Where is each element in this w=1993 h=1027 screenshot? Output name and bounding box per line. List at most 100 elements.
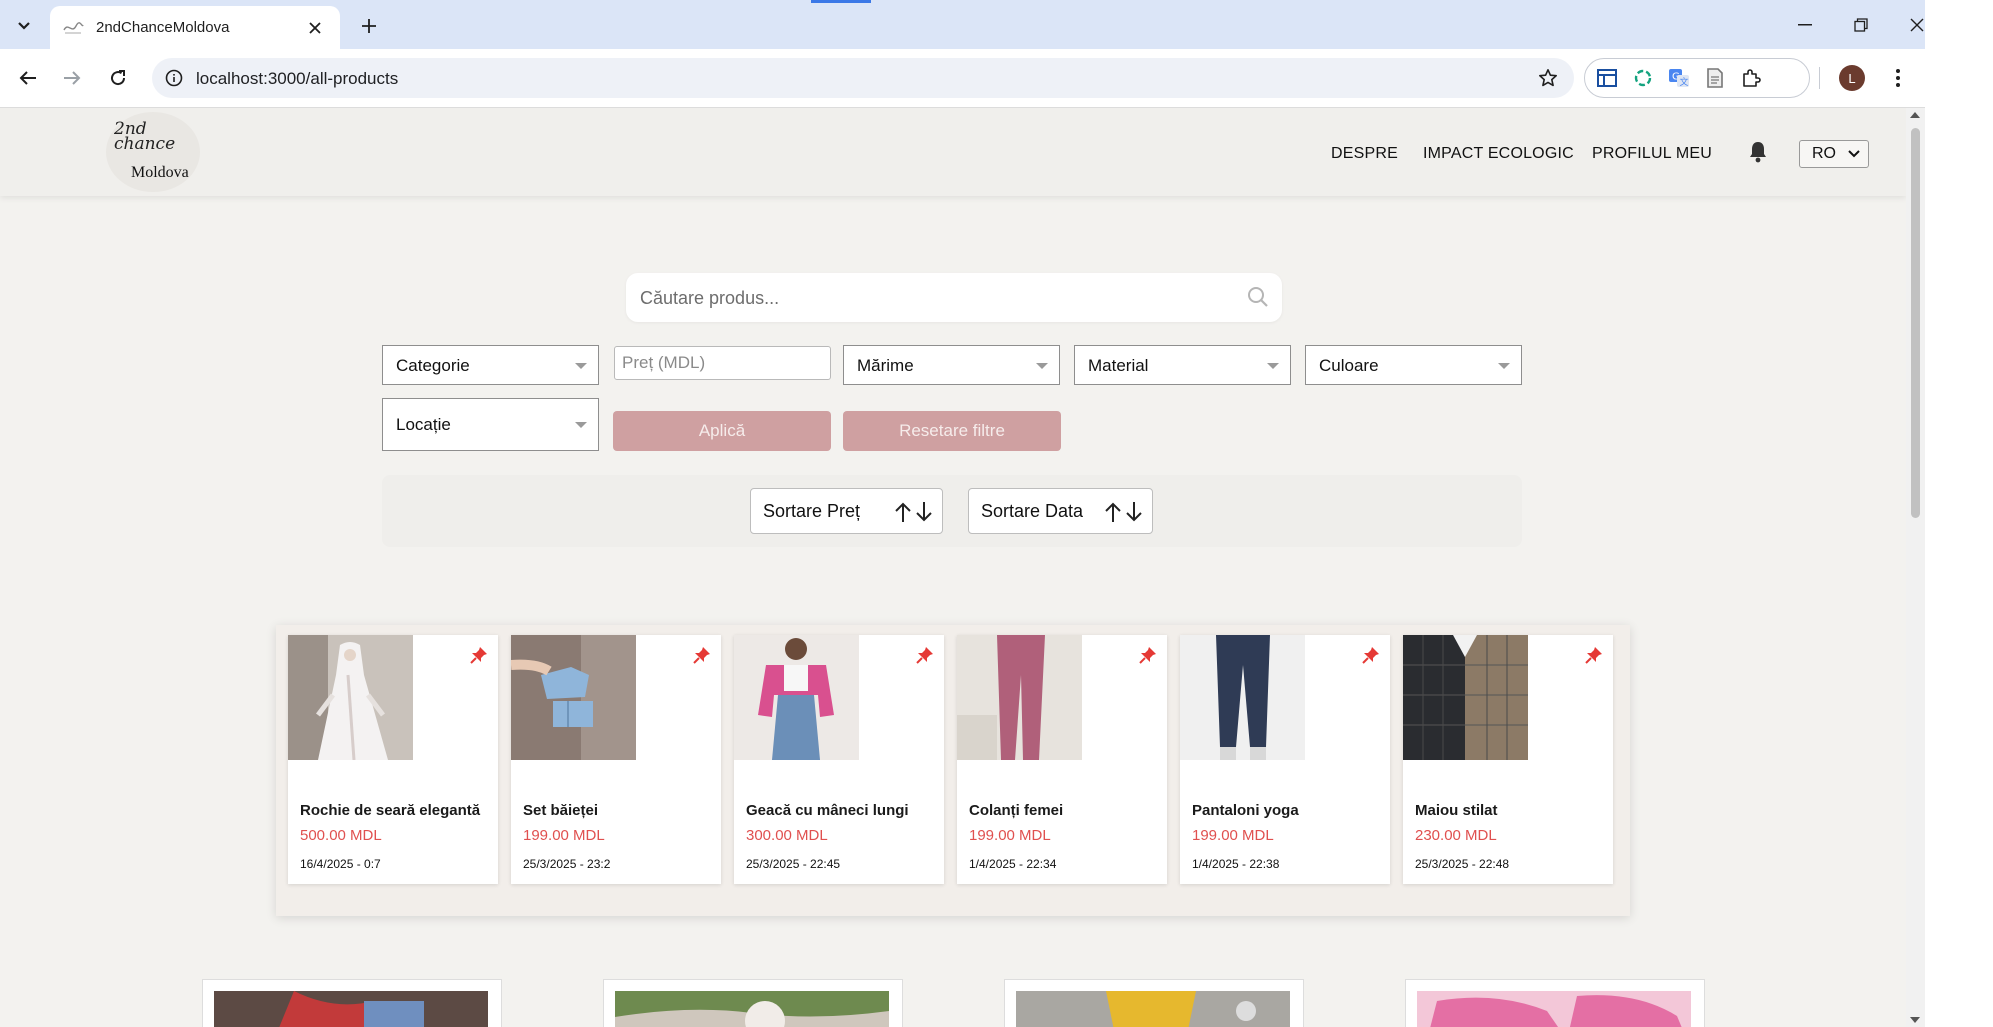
product-grid-card[interactable] [603,979,903,1027]
arrow-left-icon [19,71,36,85]
pin-icon[interactable] [470,646,488,664]
page-scrollbar[interactable] [1906,108,1925,1027]
product-card[interactable]: Set băieței 199.00 MDL 25/3/2025 - 23:2 [511,635,721,884]
product-price: 300.00 MDL [746,827,828,844]
filter-marime[interactable]: Mărime [843,345,1060,385]
product-price: 199.00 MDL [523,827,605,844]
nav-link-profilul-meu[interactable]: PROFILUL MEU [1592,145,1712,163]
nav-link-despre[interactable]: DESPRE [1331,145,1398,163]
browser-menu-icon[interactable] [1885,65,1911,91]
product-card[interactable]: Colanți femei 199.00 MDL 1/4/2025 - 22:3… [957,635,1167,884]
reset-filters-button[interactable]: Resetare filtre [843,411,1061,451]
product-grid-card[interactable] [202,979,502,1027]
url-text[interactable]: localhost:3000/all-products [196,69,398,89]
extensions-puzzle-icon[interactable] [1739,66,1763,90]
apply-filters-button[interactable]: Aplică [613,411,831,451]
caret-down-icon [575,422,587,428]
product-card[interactable]: Rochie de seară elegantă 500.00 MDL 16/4… [288,635,498,884]
pin-icon[interactable] [1585,646,1603,664]
tab-title: 2ndChanceMoldova [96,19,230,36]
filter-locatie-label: Locație [396,415,451,434]
filter-categorie-label: Categorie [396,356,470,375]
pin-icon[interactable] [693,646,711,664]
chevron-down-icon [18,22,30,30]
address-bar[interactable]: localhost:3000/all-products [152,58,1574,98]
minimize-button[interactable] [1785,10,1825,40]
sort-date-button[interactable]: Sortare Data [968,488,1153,534]
svg-text:文: 文 [1680,76,1689,88]
caret-down-icon [575,363,587,369]
logo-script-text: 2nd chance [114,119,176,154]
close-icon [1910,18,1924,32]
product-date: 25/3/2025 - 23:2 [523,857,611,871]
extension-document-icon[interactable] [1703,66,1727,90]
back-button[interactable] [14,64,42,92]
filter-locatie[interactable]: Locație [382,398,599,451]
filter-material[interactable]: Material [1074,345,1291,385]
filter-material-label: Material [1088,356,1149,375]
product-date: 16/4/2025 - 0:7 [300,857,381,871]
language-value: RO [1812,145,1836,162]
browser-tab-strip: 2ndChanceMoldova [0,0,1993,49]
product-card[interactable]: Maiou stilat 230.00 MDL 25/3/2025 - 22:4… [1403,635,1613,884]
search-input[interactable] [640,285,1230,311]
search-icon[interactable] [1246,285,1270,309]
product-name: Rochie de seară elegantă [300,802,481,819]
nav-link-impact-ecologic[interactable]: IMPACT ECOLOGIC [1423,145,1574,163]
extensions-group: G文 [1584,58,1810,98]
sort-date-label: Sortare Data [981,501,1084,521]
sort-price-label: Sortare Preț [763,501,861,521]
extension-chatgpt-icon[interactable] [1631,66,1655,90]
caret-down-icon [1267,363,1279,369]
product-price: 500.00 MDL [300,827,382,844]
restore-button[interactable] [1841,10,1881,40]
product-price: 199.00 MDL [969,827,1051,844]
filter-culoare-label: Culoare [1319,356,1379,375]
sort-price-button[interactable]: Sortare Preț [750,488,943,534]
forward-button[interactable] [58,64,86,92]
chevron-down-icon [1848,150,1860,158]
sort-arrows-icon [1103,500,1144,524]
scroll-down-arrow-icon[interactable] [1910,1017,1920,1023]
new-tab-button[interactable] [356,13,382,39]
screen-margin [1925,0,1993,1027]
close-icon[interactable] [304,17,326,39]
scroll-up-arrow-icon[interactable] [1910,112,1920,118]
pin-icon[interactable] [1139,646,1157,664]
pin-icon[interactable] [916,646,934,664]
browser-tab[interactable]: 2ndChanceMoldova [50,6,340,49]
product-image-leggings [957,635,1082,760]
product-grid-card[interactable] [1405,979,1705,1027]
product-price: 199.00 MDL [1192,827,1274,844]
product-search [626,273,1282,322]
extension-table-icon[interactable] [1595,66,1619,90]
product-name: Pantaloni yoga [1192,802,1299,819]
filter-culoare[interactable]: Culoare [1305,345,1522,385]
site-info-icon[interactable] [162,66,186,90]
product-price: 230.00 MDL [1415,827,1497,844]
product-image [214,991,488,1027]
filter-categorie[interactable]: Categorie [382,345,599,385]
bookmark-star-icon[interactable] [1536,66,1560,90]
featured-products-carousel: Rochie de seară elegantă 500.00 MDL 16/4… [276,625,1630,916]
profile-avatar[interactable]: L [1839,65,1865,91]
site-logo[interactable]: 2nd chance Moldova [106,112,200,192]
product-image-yoga-pants [1180,635,1305,760]
tab-search-button[interactable] [12,14,36,38]
logo-wordmark: Moldova [131,164,189,181]
product-card[interactable]: Geacă cu mâneci lungi 300.00 MDL 25/3/20… [734,635,944,884]
filter-pret-input[interactable] [614,346,831,380]
bell-icon[interactable] [1747,140,1769,164]
arrow-right-icon [64,71,81,85]
tab-strip-indicator [811,0,871,3]
extension-translate-icon[interactable]: G文 [1667,66,1691,90]
pin-icon[interactable] [1362,646,1380,664]
language-select[interactable]: RO [1799,140,1869,168]
toolbar-divider [1819,67,1820,89]
product-image-dress [288,635,413,760]
product-card[interactable]: Pantaloni yoga 199.00 MDL 1/4/2025 - 22:… [1180,635,1390,884]
product-grid-card[interactable] [1004,979,1304,1027]
product-image-boys-set [511,635,636,760]
scrollbar-thumb[interactable] [1911,128,1920,518]
reload-button[interactable] [104,64,132,92]
